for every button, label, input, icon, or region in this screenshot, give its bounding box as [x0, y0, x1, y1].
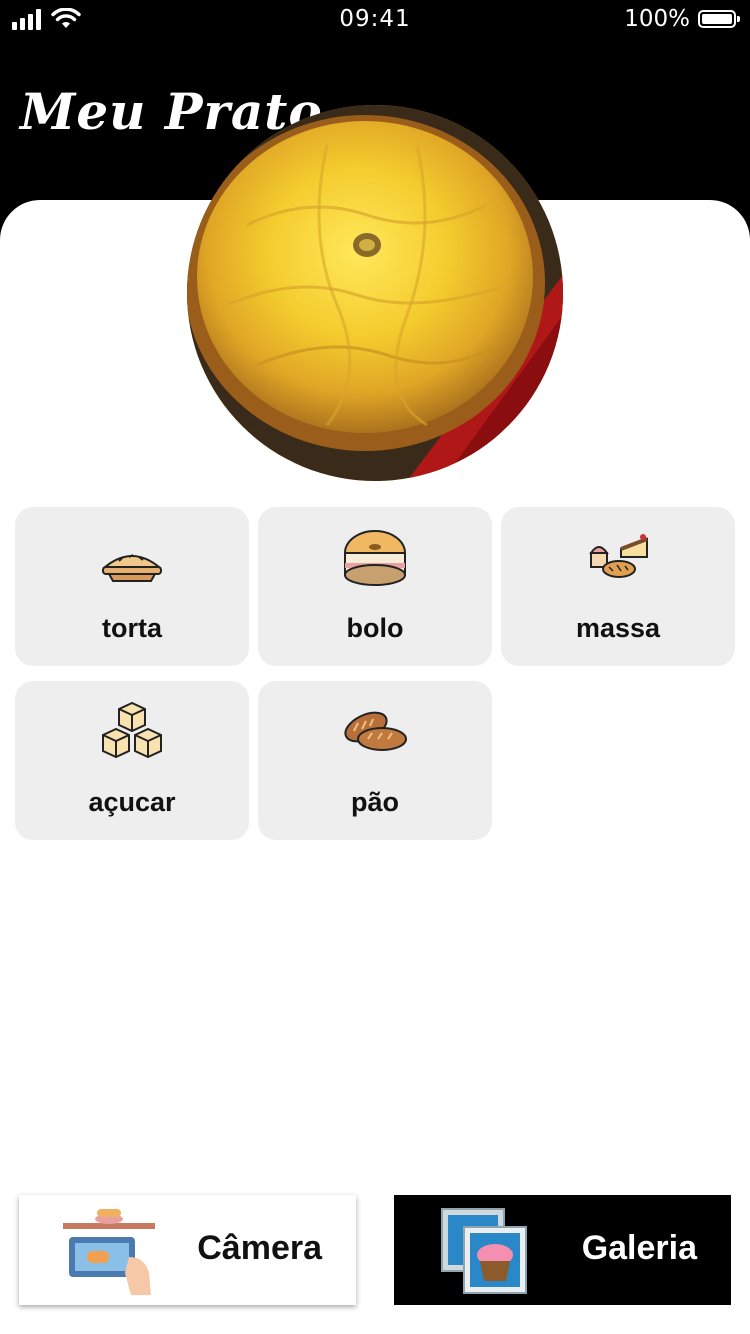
category-label: bolo [346, 613, 404, 643]
category-tile-bolo[interactable]: bolo [258, 507, 492, 666]
category-label: torta [102, 613, 162, 643]
pie-photo [187, 105, 563, 481]
gallery-label: Galeria [581, 1229, 697, 1267]
sugar-cubes-icon [102, 701, 162, 759]
camera-food-icon [63, 1209, 155, 1295]
pie-icon [102, 554, 162, 582]
dish-photo[interactable] [187, 105, 563, 481]
category-tile-acucar[interactable]: açucar [15, 681, 249, 840]
battery-icon [698, 10, 740, 28]
category-label: açucar [88, 787, 176, 817]
battery-percentage: 100% [624, 6, 690, 32]
status-bar: 09:41 100% [0, 0, 750, 42]
battery-group: 100% [624, 6, 740, 32]
cake-icon [344, 530, 406, 586]
bread-icon [344, 711, 407, 751]
camera-label: Câmera [197, 1229, 322, 1267]
category-tile-torta[interactable]: torta [15, 507, 249, 666]
gallery-button[interactable]: Galeria [394, 1195, 731, 1305]
category-tile-massa[interactable]: massa [501, 507, 735, 666]
pastries-icon [589, 534, 648, 578]
category-tile-pao[interactable]: pão [258, 681, 492, 840]
category-label: pão [350, 787, 399, 817]
category-label: massa [575, 613, 661, 643]
gallery-cupcake-icon [441, 1208, 527, 1294]
camera-button[interactable]: Câmera [19, 1195, 356, 1305]
